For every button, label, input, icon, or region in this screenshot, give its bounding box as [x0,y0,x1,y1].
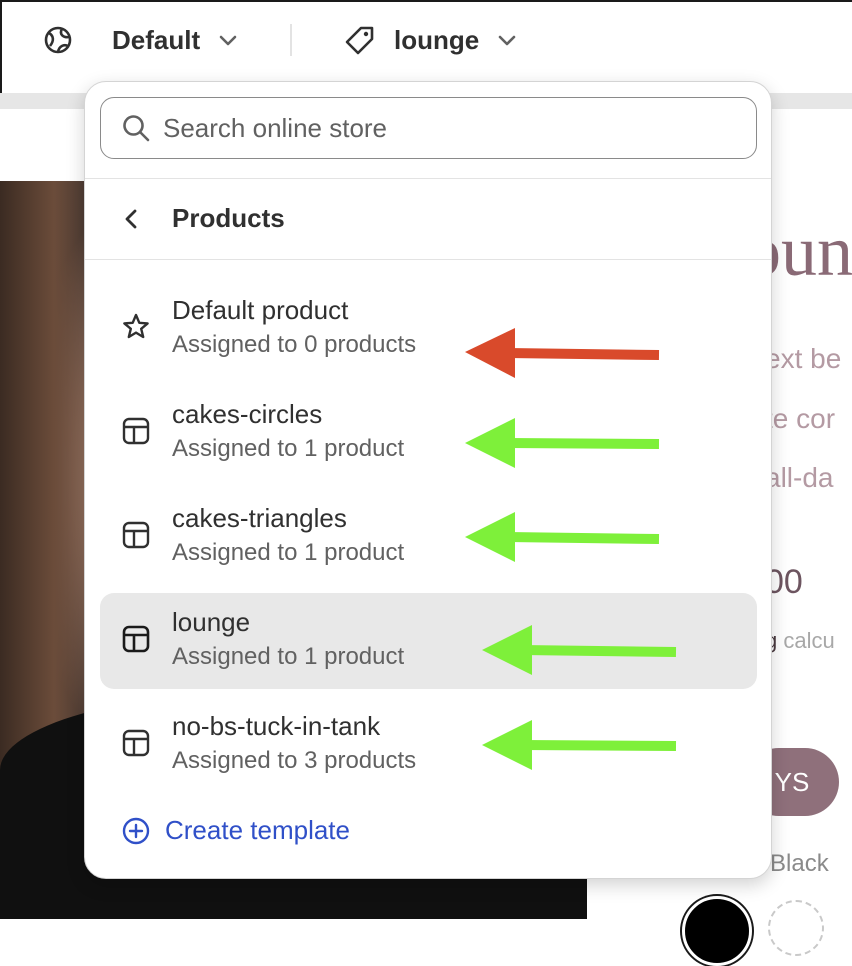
search-input[interactable] [161,111,735,145]
create-template-button[interactable]: Create template [121,815,350,846]
color-swatch-empty[interactable] [768,900,824,956]
template-assignment: Assigned to 0 products [172,331,417,358]
template-name: lounge [172,607,251,637]
plus-circle-icon [122,817,150,844]
editor-top-bar: Default lounge [0,0,852,93]
template-item-cakes-circles[interactable]: cakes-circles Assigned to 1 product [100,385,757,481]
search-icon [123,115,150,142]
template-item-default-product[interactable]: Default product Assigned to 0 products [100,281,757,377]
template-name: cakes-triangles [172,503,347,533]
template-name: Default product [172,295,349,325]
template-item-cakes-triangles[interactable]: cakes-triangles Assigned to 1 product [100,489,757,585]
template-name: cakes-circles [172,399,323,429]
create-template-label: Create template [165,815,350,845]
template-assignment: Assigned to 1 product [172,539,405,566]
preview-color-label: Black [770,850,829,877]
chevron-down-icon [498,35,516,46]
template-assignment: Assigned to 1 product [172,435,405,462]
tag-icon [345,26,374,55]
template-assignment: Assigned to 3 products [172,747,417,774]
template-name: no-bs-tuck-in-tank [172,711,381,741]
template-label: lounge [394,24,480,55]
chevron-down-icon [219,35,237,46]
template-layout-icon [122,625,150,653]
template-item-lounge[interactable]: lounge Assigned to 1 product [100,593,757,689]
template-dropdown-panel: Products Default product Assigned to 0 p… [84,81,772,879]
theme-selector[interactable]: Default [42,20,240,60]
star-icon [123,313,149,339]
back-to-products-row[interactable]: Products [85,179,771,259]
template-item-no-bs-tuck-in-tank[interactable]: no-bs-tuck-in-tank Assigned to 3 product… [100,697,757,793]
template-assignment: Assigned to 1 product [172,643,405,670]
chevron-left-icon[interactable] [117,205,145,233]
section-title: Products [172,203,285,233]
color-swatch-black[interactable] [682,896,752,966]
preview-shipping-suffix: calcu [783,628,835,653]
preview-description-line: all-da [765,462,834,493]
preview-description-line: ext be [765,343,842,374]
preview-description-line: te cor [765,403,836,434]
template-layout-icon [122,521,150,549]
preview-shipping-text: g calcu [765,628,835,654]
theme-label: Default [112,24,201,55]
template-layout-icon [122,729,150,757]
search-box[interactable] [100,97,757,159]
template-layout-icon [122,417,150,445]
globe-icon [44,26,72,54]
topbar-divider [290,24,292,56]
template-selector[interactable]: lounge [344,20,519,60]
divider [85,259,771,260]
